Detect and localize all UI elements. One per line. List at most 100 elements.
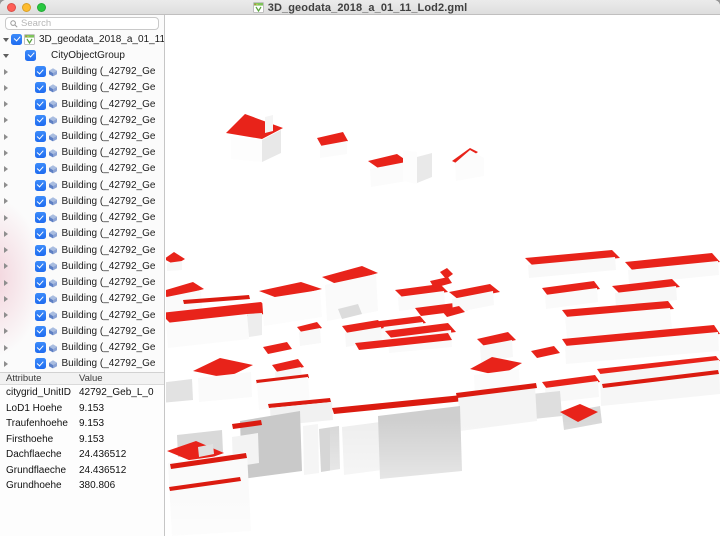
building-face[interactable] bbox=[455, 150, 484, 181]
building-face[interactable] bbox=[417, 153, 432, 183]
building-face[interactable] bbox=[166, 379, 193, 403]
checkbox[interactable] bbox=[35, 147, 46, 158]
disclosure-collapsed-icon[interactable] bbox=[4, 117, 8, 123]
attribute-row[interactable]: Firsthoehe9.153 bbox=[0, 432, 164, 448]
building-icon bbox=[48, 99, 58, 109]
checkbox[interactable] bbox=[35, 326, 46, 337]
tree-item-root[interactable]: 3D_geodata_2018_a_01_11_ bbox=[0, 31, 164, 47]
disclosure-collapsed-icon[interactable] bbox=[4, 247, 8, 253]
attribute-value: 24.436512 bbox=[79, 463, 126, 479]
attribute-row[interactable]: Traufenhoehe9.153 bbox=[0, 416, 164, 432]
checkbox[interactable] bbox=[35, 293, 46, 304]
checkbox[interactable] bbox=[35, 310, 46, 321]
checkbox[interactable] bbox=[35, 342, 46, 353]
tree-item-building[interactable]: Building (_42792_Ge bbox=[0, 291, 164, 307]
tree-item-building[interactable]: Building (_42792_Ge bbox=[0, 177, 164, 193]
checkbox[interactable] bbox=[35, 358, 46, 369]
disclosure-collapsed-icon[interactable] bbox=[4, 215, 8, 221]
tree-item-building[interactable]: Building (_42792_Ge bbox=[0, 275, 164, 291]
checkbox[interactable] bbox=[35, 277, 46, 288]
tree-item-building[interactable]: Building (_42792_Ge bbox=[0, 96, 164, 112]
checkbox[interactable] bbox=[35, 163, 46, 174]
disclosure-collapsed-icon[interactable] bbox=[4, 101, 8, 107]
disclosure-collapsed-icon[interactable] bbox=[4, 182, 8, 188]
checkbox[interactable] bbox=[35, 196, 46, 207]
building-face[interactable] bbox=[403, 150, 417, 184]
attribute-row[interactable]: Dachflaeche24.436512 bbox=[0, 447, 164, 463]
search-input[interactable] bbox=[21, 18, 154, 29]
building-face[interactable] bbox=[167, 261, 182, 271]
disclosure-collapsed-icon[interactable] bbox=[4, 231, 8, 237]
disclosure-collapsed-icon[interactable] bbox=[4, 166, 8, 172]
attribute-table-header: Attribute Value bbox=[0, 372, 164, 385]
tree-item-building[interactable]: Building (_42792_Ge bbox=[0, 145, 164, 161]
tree-item-building[interactable]: Building (_42792_Ge bbox=[0, 226, 164, 242]
disclosure-collapsed-icon[interactable] bbox=[4, 85, 8, 91]
attribute-value: 42792_Geb_L_0 bbox=[79, 385, 154, 401]
checkbox[interactable] bbox=[35, 228, 46, 239]
checkbox[interactable] bbox=[35, 66, 46, 77]
tree-item-building[interactable]: Building (_42792_Ge bbox=[0, 258, 164, 274]
tree-item-building[interactable]: Building (_42792_Ge bbox=[0, 356, 164, 372]
tree-item-building[interactable]: Building (_42792_Ge bbox=[0, 193, 164, 209]
attribute-row[interactable]: Grundflaeche24.436512 bbox=[0, 463, 164, 479]
building-face[interactable] bbox=[263, 342, 292, 354]
attribute-row[interactable]: LoD1 Hoehe9.153 bbox=[0, 401, 164, 417]
building-icon bbox=[48, 67, 58, 77]
tree-item-building[interactable]: Building (_42792_Ge bbox=[0, 339, 164, 355]
attribute-row[interactable]: citygrid_UnitID42792_Geb_L_0 bbox=[0, 385, 164, 401]
tree-item-building[interactable]: Building (_42792_Ge bbox=[0, 242, 164, 258]
disclosure-expanded-icon[interactable] bbox=[3, 38, 9, 42]
checkbox[interactable] bbox=[35, 180, 46, 191]
building-face[interactable] bbox=[440, 268, 453, 279]
disclosure-collapsed-icon[interactable] bbox=[4, 150, 8, 156]
building-face[interactable] bbox=[303, 424, 319, 475]
app-window: 3D_geodata_2018_a_01_11_Lod2.gml 3D_geod… bbox=[0, 0, 720, 536]
checkbox[interactable] bbox=[35, 115, 46, 126]
disclosure-collapsed-icon[interactable] bbox=[4, 198, 8, 204]
tree-item-cityobjectgroup[interactable]: CityObjectGroup bbox=[0, 47, 164, 63]
tree-item-building[interactable]: Building (_42792_Ge bbox=[0, 323, 164, 339]
tree-item-building[interactable]: Building (_42792_Ge bbox=[0, 128, 164, 144]
title-bar: 3D_geodata_2018_a_01_11_Lod2.gml bbox=[0, 0, 720, 15]
checkbox[interactable] bbox=[25, 50, 36, 61]
building-face[interactable] bbox=[531, 346, 560, 358]
tree-item-building[interactable]: Building (_42792_Ge bbox=[0, 307, 164, 323]
disclosure-collapsed-icon[interactable] bbox=[4, 328, 8, 334]
building-face[interactable] bbox=[198, 372, 252, 402]
checkbox[interactable] bbox=[35, 261, 46, 272]
disclosure-collapsed-icon[interactable] bbox=[4, 134, 8, 140]
building-icon bbox=[48, 261, 58, 271]
disclosure-collapsed-icon[interactable] bbox=[4, 263, 8, 269]
disclosure-collapsed-icon[interactable] bbox=[4, 361, 8, 367]
tree-item-building[interactable]: Building (_42792_Ge bbox=[0, 161, 164, 177]
disclosure-expanded-icon[interactable] bbox=[3, 54, 9, 58]
checkbox[interactable] bbox=[35, 99, 46, 110]
tree-item-building[interactable]: Building (_42792_Ge bbox=[0, 80, 164, 96]
disclosure-collapsed-icon[interactable] bbox=[4, 296, 8, 302]
attribute-row[interactable]: Grundhoehe380.806 bbox=[0, 478, 164, 494]
building-icon bbox=[48, 310, 58, 320]
checkbox[interactable] bbox=[35, 212, 46, 223]
tree-item-building[interactable]: Building (_42792_Ge bbox=[0, 210, 164, 226]
building-icon bbox=[48, 180, 58, 190]
tree-item-building[interactable]: Building (_42792_Ge bbox=[0, 63, 164, 79]
disclosure-collapsed-icon[interactable] bbox=[4, 280, 8, 286]
checkbox[interactable] bbox=[35, 245, 46, 256]
disclosure-collapsed-icon[interactable] bbox=[4, 345, 8, 351]
disclosure-collapsed-icon[interactable] bbox=[4, 312, 8, 318]
tree-item-building[interactable]: Building (_42792_Ge bbox=[0, 112, 164, 128]
value-column-header: Value bbox=[79, 373, 103, 385]
building-face[interactable] bbox=[247, 313, 262, 337]
search-field[interactable] bbox=[5, 17, 159, 30]
viewport-3d[interactable] bbox=[166, 15, 720, 536]
building-face[interactable] bbox=[265, 115, 273, 133]
checkbox[interactable] bbox=[11, 34, 22, 45]
bottom-fade-full bbox=[166, 495, 720, 536]
building-icon bbox=[48, 326, 58, 336]
disclosure-collapsed-icon[interactable] bbox=[4, 69, 8, 75]
building-icon bbox=[48, 132, 58, 142]
checkbox[interactable] bbox=[35, 131, 46, 142]
checkbox[interactable] bbox=[35, 82, 46, 93]
building-face[interactable] bbox=[231, 137, 262, 162]
